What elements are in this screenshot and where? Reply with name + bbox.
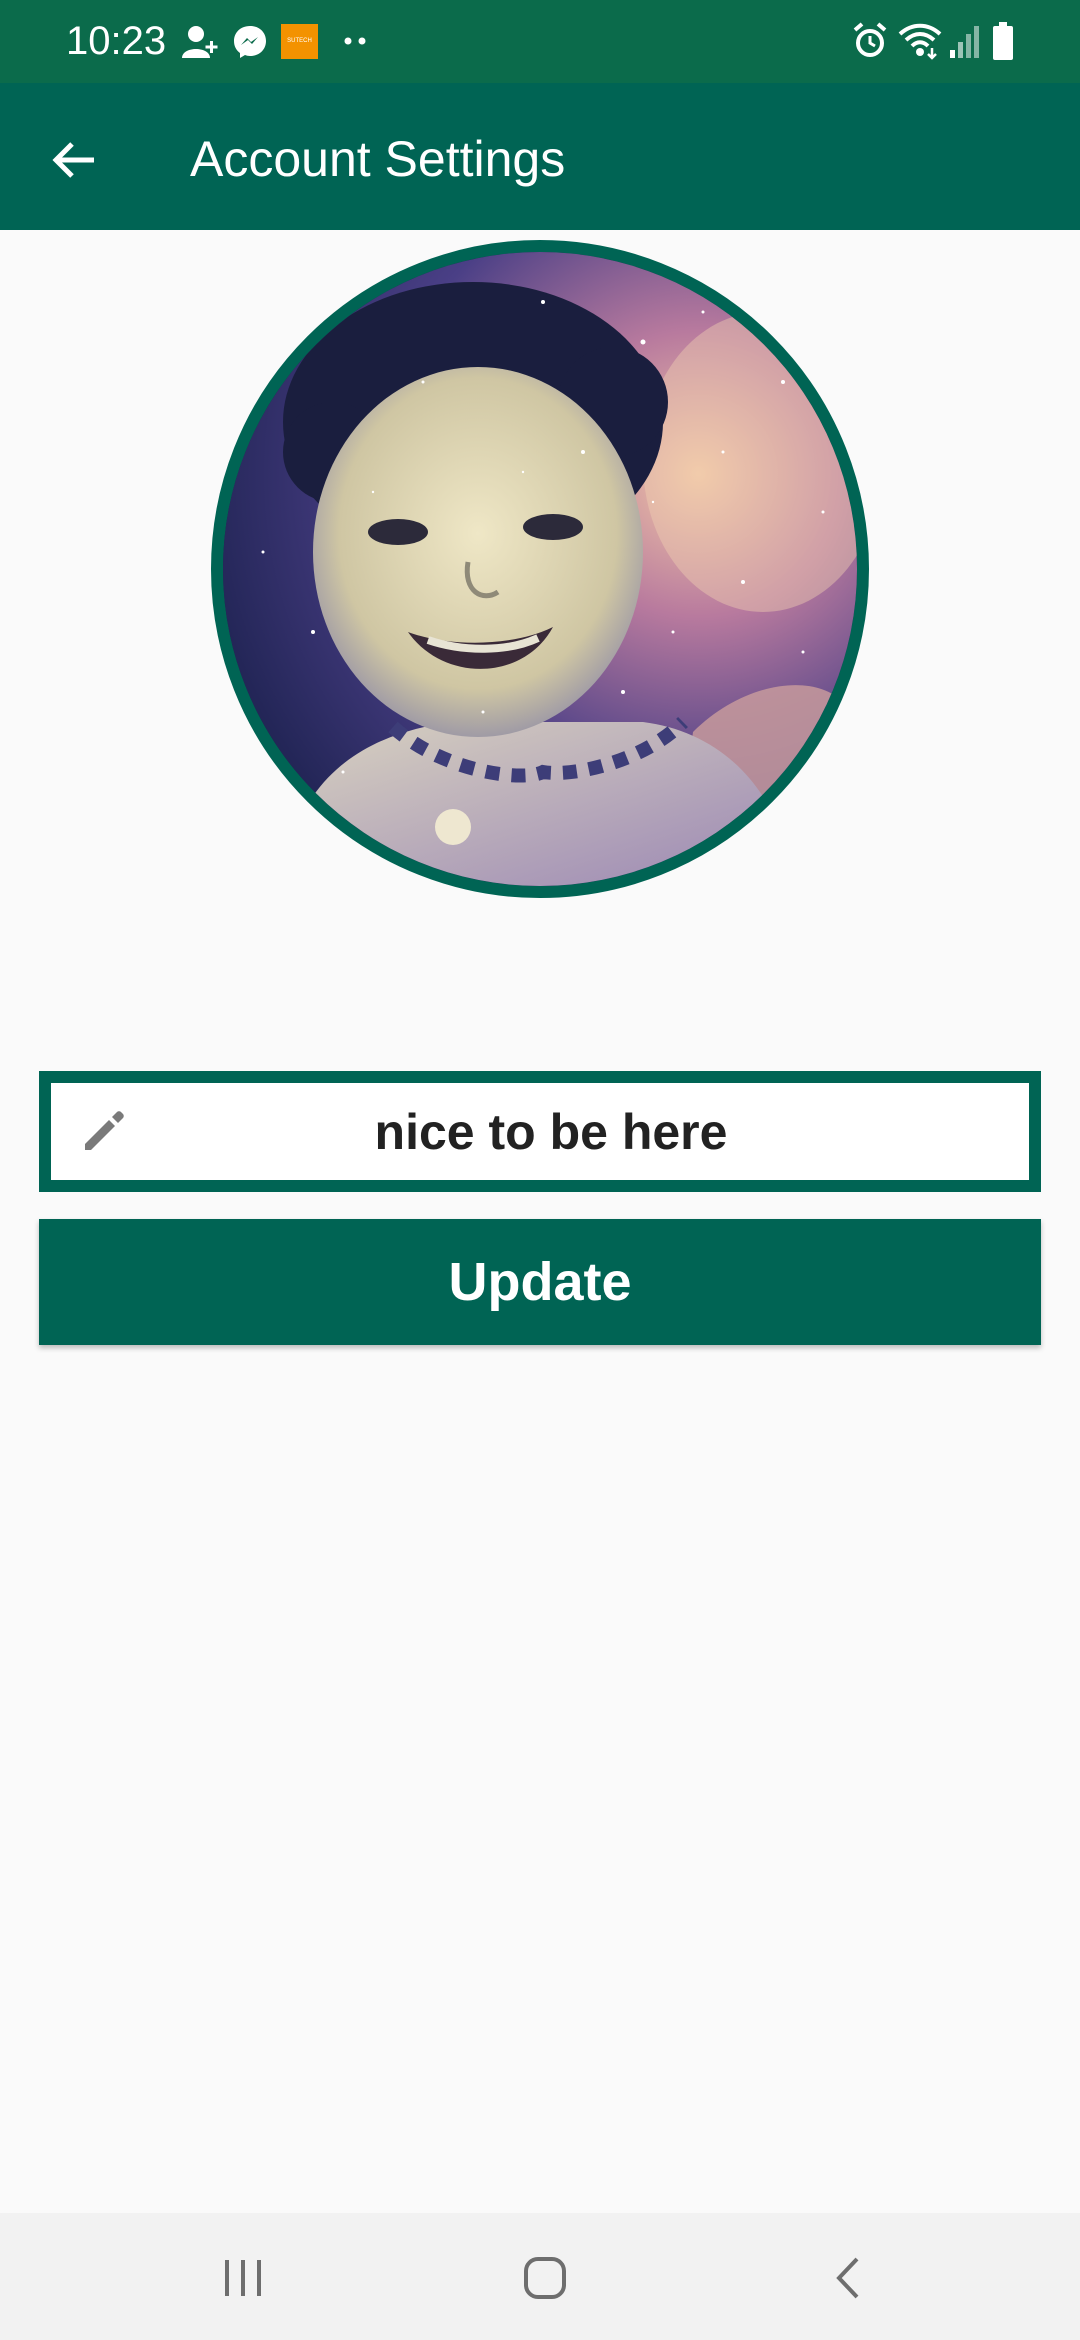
status-time: 10:23 (66, 19, 167, 63)
wifi-icon (898, 23, 942, 60)
update-button[interactable]: Update (39, 1219, 1041, 1345)
back-icon (836, 2257, 859, 2299)
signal-icon (950, 26, 979, 58)
home-button[interactable] (500, 2233, 590, 2323)
pencil-icon (85, 1111, 124, 1150)
status-field[interactable] (39, 1071, 1041, 1192)
nav-back-button[interactable] (803, 2233, 893, 2323)
profile-avatar[interactable] (211, 240, 869, 898)
battery-icon (993, 22, 1013, 60)
alarm-icon (853, 22, 887, 57)
page-title: Account Settings (190, 131, 566, 187)
status-input[interactable] (141, 1083, 1021, 1180)
recent-apps-button[interactable] (198, 2233, 288, 2323)
arrow-left-icon (52, 142, 94, 178)
messenger-icon (234, 26, 266, 58)
status-bar: 10:23 SUTECH (0, 0, 1080, 83)
app-badge-icon: SUTECH (281, 24, 318, 59)
home-icon (524, 2257, 566, 2299)
more-dots-icon (344, 37, 366, 45)
profile-photo (223, 252, 857, 886)
navigation-bar (0, 2213, 1080, 2340)
app-screen: 10:23 SUTECH Account Settings nice to be… (0, 0, 1080, 2340)
back-button[interactable] (38, 124, 110, 196)
app-bar: Account Settings (0, 83, 1080, 230)
recent-apps-icon (225, 2260, 261, 2296)
person-add-icon (182, 26, 218, 58)
